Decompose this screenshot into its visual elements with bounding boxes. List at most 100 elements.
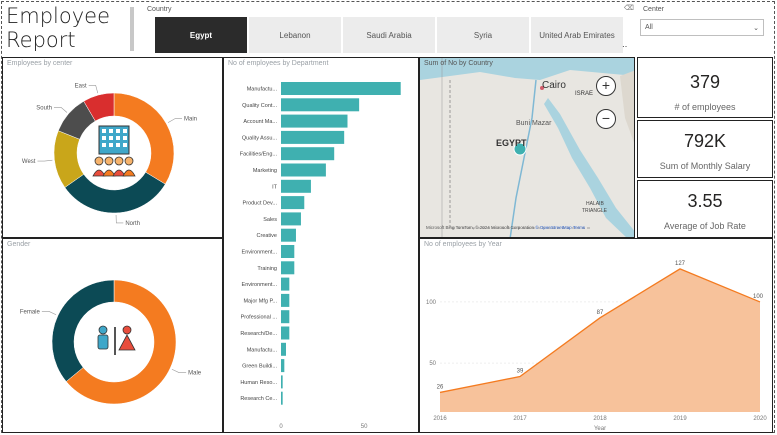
year-area-panel: No of employees by Year 50 100 26 2016 39 201… [419, 238, 773, 433]
data-label: 26 [437, 384, 444, 390]
more-options-icon[interactable]: ‥ [622, 40, 627, 49]
tab-syria[interactable]: Syria [437, 17, 529, 53]
category-label: Environment... [242, 282, 278, 288]
center-selected-value: All [645, 24, 653, 31]
bar [281, 245, 295, 258]
category-label: Account Ma... [243, 119, 277, 125]
gender-donut-panel: Gender Male Female [2, 238, 223, 433]
bar [281, 310, 290, 324]
year-area-chart: 50 100 26 2016 39 2017 87 2018 127 2019 100 2020 Yea… [426, 261, 767, 432]
kpi-label: Average of Job Rate [664, 221, 746, 231]
bar [281, 130, 345, 144]
tick-label: 2019 [673, 416, 687, 422]
bar [281, 293, 290, 307]
bar [281, 391, 283, 405]
map-label-israel: ISRAE [575, 91, 594, 97]
tick-label: 0 [279, 424, 283, 430]
chart-title: No of employees by Year [424, 241, 502, 248]
bar [281, 375, 283, 389]
slice-label: East [75, 83, 87, 89]
zoom-in-button[interactable]: + [596, 76, 616, 96]
bar [281, 228, 296, 242]
bar [281, 147, 335, 161]
slice-label: South [36, 105, 52, 111]
zoom-out-button[interactable]: − [596, 109, 616, 129]
bar [281, 277, 290, 291]
bar [281, 342, 286, 356]
terms-link[interactable]: Terms [573, 225, 585, 230]
category-label: Professional ... [241, 315, 278, 321]
gender-donut-chart: Male Female [20, 279, 202, 405]
bar [281, 98, 360, 112]
tick-label: 50 [361, 424, 368, 430]
data-label: 87 [597, 310, 604, 316]
bar [281, 163, 326, 177]
category-label: Research/De... [240, 331, 277, 337]
category-label: Quality Assu... [242, 135, 278, 141]
data-label: 39 [517, 369, 524, 375]
chevron-down-icon: ⌄ [753, 24, 759, 32]
title-line-1: Employee [6, 4, 111, 28]
center-filter-label: Center [643, 6, 665, 13]
category-label: Research Ce... [240, 396, 277, 402]
leader-line [88, 85, 99, 94]
leader-line [171, 368, 187, 373]
tab-saudi-arabia[interactable]: Saudi Arabia [343, 17, 435, 53]
category-label: Human Reso... [240, 380, 277, 386]
bar [281, 326, 290, 340]
osm-link[interactable]: © OpenStreetMap [535, 225, 571, 230]
chart-title: Sum of No by Country [424, 60, 493, 67]
data-label: 127 [675, 261, 686, 267]
kpi-salary-card: 792K Sum of Monthly Salary [637, 120, 773, 178]
clear-filter-icon[interactable]: ⌫ [624, 4, 634, 12]
tab-uae[interactable]: United Arab Emirates [531, 17, 623, 53]
center-donut-panel: Employees by center Main North West South Ea… [2, 57, 223, 238]
chart-title: No of employees by Department [228, 60, 329, 67]
tab-lebanon[interactable]: Lebanon [249, 17, 341, 53]
kpi-jobrate-card: 3.55 Average of Job Rate [637, 180, 773, 238]
kpi-label: # of employees [674, 102, 736, 112]
category-label: Training [257, 266, 277, 272]
leader-line [167, 118, 183, 123]
page-title: Employee Report [6, 4, 110, 52]
center-select[interactable]: All ⌄ [640, 19, 764, 36]
leader-line [37, 159, 53, 162]
bar [281, 359, 285, 373]
category-label: Manufactu... [247, 347, 278, 353]
title-divider [130, 7, 134, 51]
tick-label: 50 [429, 361, 436, 367]
category-label: Major Mfg P... [243, 298, 277, 304]
slice-label: Male [188, 371, 202, 377]
leader-line [41, 311, 57, 316]
tick-label: 2020 [753, 416, 767, 422]
gender-icon [97, 325, 136, 355]
chart-title: Employees by center [7, 60, 73, 67]
country-slicer: Egypt Lebanon Saudi Arabia Syria United … [155, 17, 623, 53]
category-label: Product Dev... [243, 201, 278, 207]
tick-label: 2016 [433, 416, 447, 422]
kpi-label: Sum of Monthly Salary [659, 161, 751, 171]
category-label: Creative [257, 233, 277, 239]
bar [281, 212, 301, 226]
kpi-value: 792K [683, 131, 727, 151]
map-label-egypt: EGYPT [496, 138, 527, 148]
slice-label: North [125, 221, 140, 227]
kpi-value: 3.55 [687, 191, 723, 211]
title-line-2: Report [6, 28, 76, 52]
tick-label: 100 [426, 300, 437, 306]
leader-line [115, 214, 124, 224]
tab-egypt[interactable]: Egypt [155, 17, 247, 53]
leader-line [53, 107, 68, 113]
bar [281, 261, 295, 275]
axis-label: Year [594, 426, 606, 432]
category-label: Green Buildi... [242, 364, 277, 370]
map-label-cairo: Cairo [542, 80, 566, 91]
bar [281, 114, 348, 128]
country-filter-label: Country [147, 6, 172, 13]
center-donut-chart: Main North West South East [22, 83, 197, 227]
bar [281, 82, 401, 95]
map-panel[interactable]: Sum of No by Country Cairo EGYPT ISRAE B… [419, 57, 635, 238]
bar [281, 196, 305, 210]
map-label-beni: Buni Mazar [516, 120, 552, 127]
kpi-employees-card: 379 # of employees [637, 57, 773, 118]
